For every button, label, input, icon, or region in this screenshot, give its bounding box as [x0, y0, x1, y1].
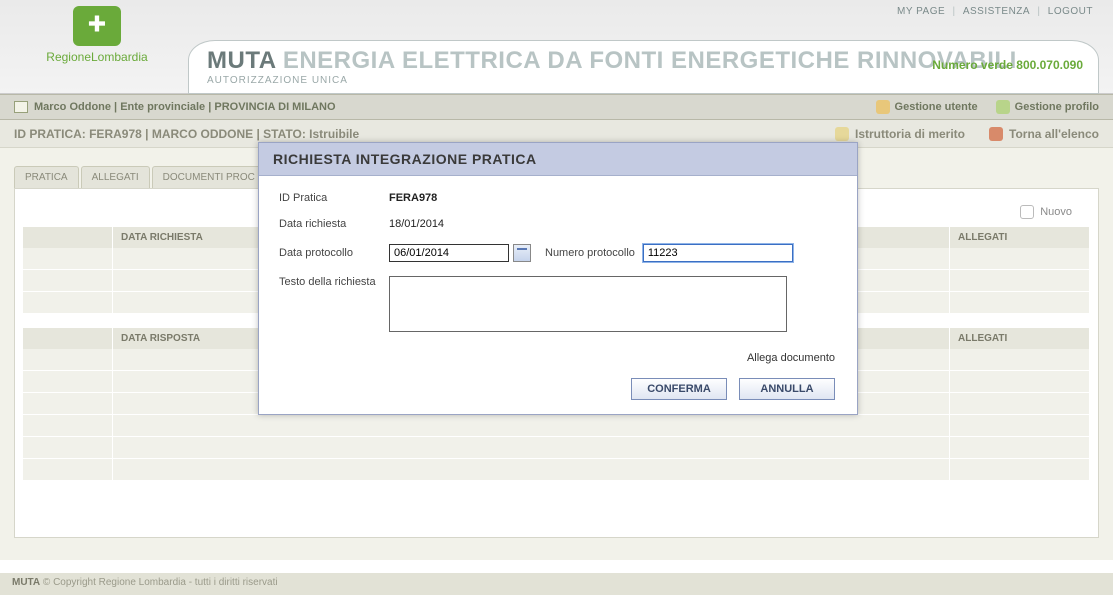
table-row [23, 437, 1090, 459]
logo-icon [73, 6, 121, 46]
profile-icon [996, 100, 1010, 114]
user-bar-right: Gestione utente Gestione profilo [876, 100, 1099, 114]
link-assistenza[interactable]: ASSISTENZA [963, 6, 1030, 17]
tab-allegati[interactable]: ALLEGATI [81, 166, 150, 188]
footer-brand: MUTA [12, 577, 40, 588]
field-id-pratica: ID Pratica FERA978 [279, 192, 837, 204]
label-data-richiesta: Data richiesta [279, 218, 389, 230]
nuovo-button[interactable]: Nuovo [1040, 206, 1072, 218]
conferma-button[interactable]: CONFERMA [631, 378, 727, 400]
field-data-richiesta: Data richiesta 18/01/2014 [279, 218, 837, 230]
table-row [23, 415, 1090, 437]
gestione-profilo-label: Gestione profilo [1015, 101, 1099, 113]
label-numero-protocollo: Numero protocollo [545, 247, 635, 259]
logo-block: RegioneLombardia [22, 6, 172, 64]
app-subtitle: AUTORIZZAZIONE UNICA [207, 75, 1080, 86]
field-protocollo-row: Data protocollo Numero protocollo [279, 244, 837, 262]
title-rest: ENERGIA ELETTRICA DA FONTI ENERGETICHE R… [283, 47, 1017, 74]
user-bar: Marco Oddone | Ente provinciale | PROVIN… [0, 94, 1113, 120]
calendar-icon[interactable] [513, 244, 531, 262]
logo-text: RegioneLombardia [22, 50, 172, 64]
context-right: Istruttoria di merito Torna all'elenco [835, 127, 1099, 141]
istruttoria-label: Istruttoria di merito [855, 127, 965, 141]
label-id-pratica: ID Pratica [279, 192, 389, 204]
label-data-protocollo: Data protocollo [279, 247, 389, 259]
doc-icon [835, 127, 849, 141]
table-row [23, 459, 1090, 481]
grid2-h-allegati: ALLEGATI [950, 328, 1090, 349]
value-data-richiesta: 18/01/2014 [389, 218, 444, 230]
modal-richiesta-integrazione: RICHIESTA INTEGRAZIONE PRATICA ID Pratic… [258, 142, 858, 415]
modal-body: ID Pratica FERA978 Data richiesta 18/01/… [259, 176, 857, 414]
modal-actions: CONFERMA ANNULLA [279, 378, 837, 404]
link-gestione-profilo[interactable]: Gestione profilo [996, 100, 1099, 114]
value-id-pratica: FERA978 [389, 192, 437, 204]
footer: MUTA © Copyright Regione Lombardia - tut… [0, 573, 1113, 595]
user-bar-text: Marco Oddone | Ente provinciale | PROVIN… [34, 101, 336, 113]
grid2-h0 [23, 328, 113, 349]
torna-elenco-label: Torna all'elenco [1009, 127, 1099, 141]
link-gestione-utente[interactable]: Gestione utente [876, 100, 978, 114]
numero-verde: Numero verde 800.070.090 [932, 58, 1083, 72]
grid1-h0 [23, 227, 113, 248]
annulla-button[interactable]: ANNULLA [739, 378, 835, 400]
tab-documenti[interactable]: DOCUMENTI PROC [152, 166, 266, 188]
input-data-protocollo[interactable] [389, 244, 509, 262]
textarea-testo-richiesta[interactable] [389, 276, 787, 332]
user-bar-left: Marco Oddone | Ente provinciale | PROVIN… [14, 101, 336, 113]
new-icon [1020, 205, 1034, 219]
link-my-page[interactable]: MY PAGE [897, 6, 945, 17]
link-istruttoria[interactable]: Istruttoria di merito [835, 127, 965, 141]
back-icon [989, 127, 1003, 141]
title-muta: MUTA [207, 47, 276, 74]
gestione-utente-label: Gestione utente [895, 101, 978, 113]
footer-text: © Copyright Regione Lombardia - tutti i … [40, 577, 277, 588]
top-links: MY PAGE | ASSISTENZA | LOGOUT [895, 6, 1095, 17]
input-numero-protocollo[interactable] [643, 244, 793, 262]
link-allega-documento[interactable]: Allega documento [279, 346, 837, 378]
modal-title: RICHIESTA INTEGRAZIONE PRATICA [259, 143, 857, 176]
top-header: MY PAGE | ASSISTENZA | LOGOUT RegioneLom… [0, 0, 1113, 94]
link-torna-elenco[interactable]: Torna all'elenco [989, 127, 1099, 141]
link-logout[interactable]: LOGOUT [1048, 6, 1093, 17]
user-icon [876, 100, 890, 114]
context-left: ID PRATICA: FERA978 | MARCO ODDONE | STA… [14, 127, 359, 141]
home-icon[interactable] [14, 101, 28, 113]
tab-pratica[interactable]: PRATICA [14, 166, 79, 188]
grid1-h-allegati: ALLEGATI [950, 227, 1090, 248]
label-testo: Testo della richiesta [279, 276, 389, 288]
field-testo: Testo della richiesta [279, 276, 837, 332]
